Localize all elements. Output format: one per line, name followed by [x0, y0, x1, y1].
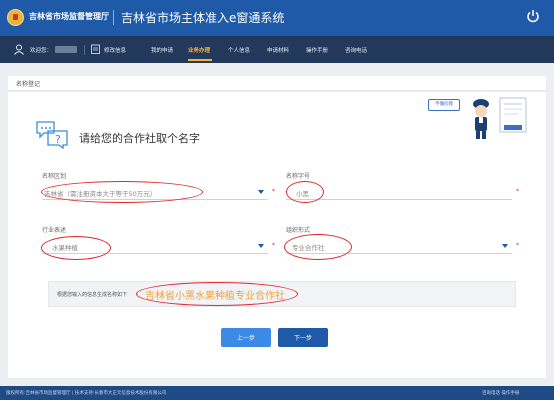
svg-text:?: ?: [55, 133, 61, 146]
annotation-oval-org-form: [284, 234, 352, 260]
power-icon[interactable]: [526, 9, 540, 23]
required-mark: *: [516, 188, 519, 195]
home-icon: [91, 44, 100, 54]
footer-copyright: 版权所有:吉林省市场监督管理厅 | 技术支持:长春市大正元信息技术股份有限公司: [6, 391, 167, 396]
nav-item-business[interactable]: 业务办理: [188, 46, 210, 54]
user-name-masked: [55, 46, 77, 53]
required-mark: *: [272, 188, 275, 195]
header-divider: [113, 10, 114, 25]
user-icon: [14, 44, 24, 55]
required-mark: *: [272, 242, 275, 249]
nav-item-edit-info[interactable]: 修改信息: [104, 46, 126, 54]
qa-icon: ?: [36, 121, 68, 149]
chevron-down-icon: [258, 244, 264, 248]
agency-name: 吉林省市场监督管理厅: [29, 12, 109, 21]
main-nav: 欢迎您： 修改信息 我的申请 业务办理 个人信息 申请材料 操作手册 咨询电话: [0, 36, 554, 63]
prev-step-button[interactable]: 上一步: [221, 328, 271, 347]
footer: 版权所有:吉林省市场监督管理厅 | 技术支持:长春市大正元信息技术股份有限公司 …: [0, 386, 554, 400]
annotation-oval-region: [41, 181, 203, 203]
chevron-down-icon: [258, 190, 264, 194]
next-step-button[interactable]: 下一步: [278, 328, 328, 347]
breadcrumb: 名称登记: [16, 81, 41, 88]
nav-item-personal-info[interactable]: 个人信息: [228, 46, 250, 54]
greeting-label: 欢迎您：: [30, 48, 53, 54]
nav-divider: [84, 45, 85, 55]
active-nav-underline: [188, 59, 212, 61]
name-registration-card: ? 请给您的合作社取个名字 不懂问我 名称区划 吉林省（需注册资本大于等于50万…: [8, 92, 546, 378]
chevron-down-icon: [502, 244, 508, 248]
preview-label: 根据您输入的信息生成名称如下: [57, 292, 128, 298]
annotation-oval-preview: [136, 282, 298, 306]
mascot-icon[interactable]: [424, 94, 538, 142]
footer-links[interactable]: 咨询电话 操作手册: [482, 390, 519, 396]
nav-item-materials[interactable]: 申请材料: [267, 46, 289, 54]
nav-item-manual[interactable]: 操作手册: [306, 46, 328, 54]
org-form-label: 组织形式: [286, 227, 311, 234]
nav-item-my-applications[interactable]: 我的申请: [151, 46, 173, 54]
required-mark: *: [516, 242, 519, 249]
emblem-icon: [7, 9, 24, 26]
region-label: 名称区划: [42, 173, 67, 180]
industry-label: 行业表述: [42, 227, 67, 234]
nav-item-hotline[interactable]: 咨询电话: [345, 46, 367, 54]
keyword-label: 名称字号: [286, 173, 311, 180]
system-title: 吉林省市场主体准入e窗通系统: [121, 11, 285, 25]
breadcrumb-bar: 名称登记: [8, 76, 546, 91]
annotation-oval-industry: [41, 236, 111, 260]
top-header: 吉林省市场监督管理厅 吉林省市场主体准入e窗通系统: [0, 0, 554, 36]
card-title: 请给您的合作社取个名字: [79, 132, 200, 145]
annotation-oval-keyword: [286, 181, 324, 203]
